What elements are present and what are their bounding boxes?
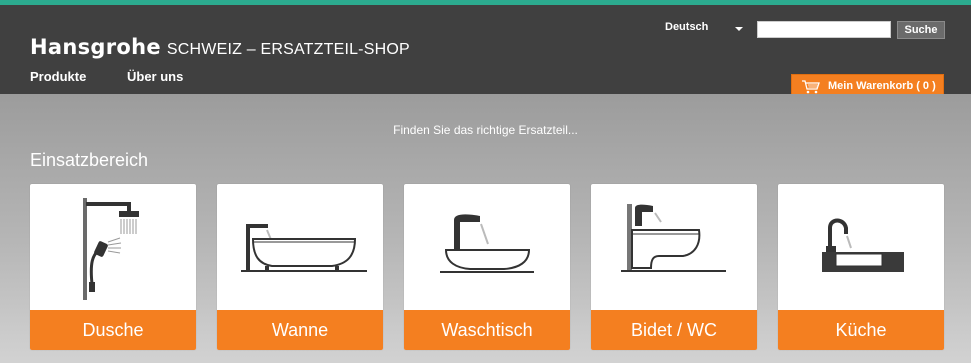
brand-name: Hansgrohe: [30, 35, 161, 59]
category-card-dusche[interactable]: Dusche: [30, 184, 196, 350]
category-label: Küche: [778, 310, 944, 350]
category-label: Waschtisch: [404, 310, 570, 350]
main-content: Finden Sie das richtige Ersatzteil... Ei…: [0, 94, 971, 363]
category-card-wanne[interactable]: Wanne: [217, 184, 383, 350]
nav-item-produkte[interactable]: Produkte: [30, 69, 86, 84]
language-selected: Deutsch: [665, 21, 709, 33]
section-title: Einsatzbereich: [30, 150, 149, 170]
chevron-down-icon: [735, 27, 743, 31]
language-select[interactable]: Deutsch: [665, 21, 745, 37]
category-card-kueche[interactable]: Küche: [778, 184, 944, 350]
kitchen-sink-icon: [778, 184, 944, 310]
bidet-wc-icon: [591, 184, 757, 310]
category-card-waschtisch[interactable]: Waschtisch: [404, 184, 570, 350]
search-button[interactable]: Suche: [897, 21, 945, 39]
category-card-bidet-wc[interactable]: Bidet / WC: [591, 184, 757, 350]
search-input[interactable]: [757, 21, 891, 38]
brand-logo[interactable]: Hansgrohe SCHWEIZ – ERSATZTEIL-SHOP: [30, 35, 410, 59]
tagline: Finden Sie das richtige Ersatzteil...: [393, 123, 578, 137]
brand-subtitle: SCHWEIZ – ERSATZTEIL-SHOP: [166, 41, 410, 58]
category-label: Dusche: [30, 310, 196, 350]
header: Hansgrohe SCHWEIZ – ERSATZTEIL-SHOP Deuts…: [0, 5, 971, 97]
category-label: Wanne: [217, 310, 383, 350]
bathtub-icon: [217, 184, 383, 310]
nav-item-ueber-uns[interactable]: Über uns: [127, 69, 183, 84]
shower-icon: [30, 184, 196, 310]
category-label: Bidet / WC: [591, 310, 757, 350]
washbasin-icon: [404, 184, 570, 310]
cart-label: Mein Warenkorb ( 0 ): [828, 80, 936, 92]
